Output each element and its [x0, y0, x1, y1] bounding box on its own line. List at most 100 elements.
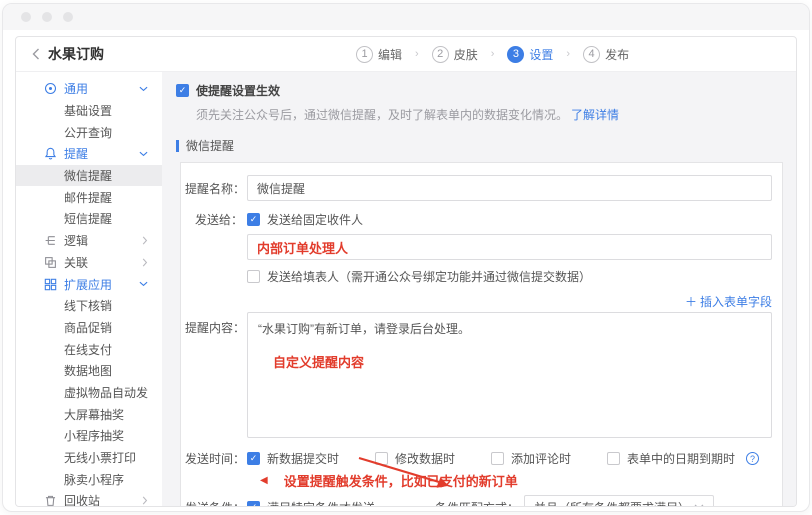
condition-toggle-checkbox[interactable]: ✓	[247, 501, 260, 507]
send-to-label: 发送给：	[185, 211, 243, 228]
chevron-down-icon	[139, 151, 148, 157]
reminder-name-input[interactable]	[247, 175, 772, 201]
target-icon	[44, 82, 57, 95]
insert-form-field-link[interactable]: ＋ 插入表单字段	[685, 293, 772, 310]
sidebar-item-data-map[interactable]: 数据地图	[16, 360, 162, 382]
sidebar-item-wireless-receipt-printing[interactable]: 无线小票打印	[16, 447, 162, 469]
wechat-reminder-form: 提醒名称： 发送给： ✓ 发送给固定收件人 内部订单	[180, 162, 783, 506]
sidebar-item-reminders[interactable]: 提醒	[16, 143, 162, 165]
chevron-right-icon	[142, 258, 148, 267]
sidebar-item-sms-reminder[interactable]: 短信提醒	[16, 208, 162, 230]
sidebar-item-basic-settings[interactable]: 基础设置	[16, 100, 162, 122]
send-time-row: 发送时间： ✓ 新数据提交时 修改数据时	[185, 450, 772, 467]
fixed-recipient-label: 发送给固定收件人	[267, 211, 363, 228]
sidebar-item-miniprogram-lottery[interactable]: 小程序抽奖	[16, 425, 162, 447]
match-mode-select[interactable]: 并且（所有条件都要求满足）	[524, 495, 714, 506]
help-icon[interactable]: ?	[746, 452, 759, 465]
grid-apps-icon	[44, 278, 57, 291]
recipient-row: 内部订单处理人	[185, 234, 772, 260]
window-control-dot[interactable]	[21, 12, 31, 22]
send-to-filler-checkbox[interactable]	[247, 270, 260, 283]
app-panel: 水果订购 1 编辑 › 2 皮肤 › 3 设置 › 4	[15, 36, 797, 507]
master-switch-block: ✓ 使提醒设置生效 须先关注公众号后，通过微信提醒，及时了解表单内的数据变化情况…	[176, 82, 796, 123]
left-arrow-icon: ◀	[260, 475, 268, 486]
sidebar-item-big-screen-lottery[interactable]: 大屏幕抽奖	[16, 403, 162, 425]
chevron-down-icon	[139, 86, 148, 92]
window-control-dot[interactable]	[63, 12, 73, 22]
new-data-submitted-checkbox[interactable]: ✓	[247, 452, 260, 465]
step-label: 皮肤	[454, 46, 478, 63]
send-condition-label: 发送条件：	[185, 499, 243, 507]
step-separator-icon: ›	[566, 48, 570, 60]
send-condition-row: 发送条件： ✓ 满足特定条件才发送 条件匹配方式： 并且（所有条件都要求满足）	[185, 495, 772, 506]
browser-window: 水果订购 1 编辑 › 2 皮肤 › 3 设置 › 4	[2, 3, 810, 512]
sidebar-item-extensions[interactable]: 扩展应用	[16, 273, 162, 295]
step-label: 编辑	[378, 46, 402, 63]
step-publish[interactable]: 4 发布	[583, 46, 629, 63]
step-label: 发布	[605, 46, 629, 63]
enable-reminder-checkbox[interactable]: ✓	[176, 84, 189, 97]
data-modified-checkbox[interactable]	[375, 452, 388, 465]
sidebar-item-email-reminder[interactable]: 邮件提醒	[16, 186, 162, 208]
comment-added-checkbox[interactable]	[491, 452, 504, 465]
chevron-right-icon	[142, 236, 148, 245]
date-due-checkbox[interactable]	[607, 452, 620, 465]
send-to-filler-label: 发送给填表人（需开通公众号绑定功能并通过微信提交数据）	[267, 268, 591, 285]
sidebar-item-public-query[interactable]: 公开查询	[16, 121, 162, 143]
step-separator-icon: ›	[415, 48, 419, 60]
content-annotation: 自定义提醒内容	[273, 352, 761, 371]
sidebar-item-maimai-miniprogram[interactable]: 脉卖小程序	[16, 468, 162, 490]
reminder-content-textarea[interactable]: “水果订购”有新订单，请登录后台处理。 自定义提醒内容	[247, 312, 772, 438]
content-label: 提醒内容：	[185, 312, 243, 336]
section-title-bar	[176, 140, 179, 152]
settings-content: ✓ 使提醒设置生效 须先关注公众号后，通过微信提醒，及时了解表单内的数据变化情况…	[162, 72, 796, 506]
sidebar-item-wechat-reminder[interactable]: 微信提醒	[16, 165, 162, 187]
back-button[interactable]: 水果订购	[32, 44, 104, 64]
logic-branch-icon	[44, 234, 57, 247]
reminder-name-row: 提醒名称：	[185, 175, 772, 201]
step-number: 2	[432, 46, 449, 63]
content-value: “水果订购”有新订单，请登录后台处理。	[258, 320, 761, 337]
step-separator-icon: ›	[491, 48, 495, 60]
section-title: 微信提醒	[176, 137, 796, 154]
step-number: 3	[507, 46, 524, 63]
step-label: 设置	[529, 46, 553, 63]
sidebar: 通用 基础设置 公开查询 提醒 微信提醒 邮件提醒	[16, 72, 162, 506]
plus-icon: ＋	[685, 293, 697, 310]
page-title: 水果订购	[48, 44, 104, 64]
check-icon: ✓	[179, 86, 187, 95]
sidebar-item-offline-verification[interactable]: 线下核销	[16, 295, 162, 317]
sidebar-item-product-promotion[interactable]: 商品促销	[16, 317, 162, 339]
window-control-dot[interactable]	[42, 12, 52, 22]
filler-row: 发送给填表人（需开通公众号绑定功能并通过微信提交数据）	[185, 268, 772, 285]
chevron-right-icon	[142, 496, 148, 505]
step-edit[interactable]: 1 编辑	[356, 46, 402, 63]
link-squares-icon	[44, 256, 57, 269]
sidebar-item-logic[interactable]: 逻辑	[16, 230, 162, 252]
send-time-label: 发送时间：	[185, 450, 243, 467]
sidebar-item-association[interactable]: 关联	[16, 252, 162, 274]
sidebar-item-general[interactable]: 通用	[16, 78, 162, 100]
check-icon: ✓	[250, 215, 258, 224]
sidebar-item-online-payment[interactable]: 在线支付	[16, 338, 162, 360]
sidebar-item-virtual-goods-auto-delivery[interactable]: 虚拟物品自动发货	[16, 382, 162, 404]
check-icon: ✓	[250, 454, 258, 463]
recipient-input[interactable]: 内部订单处理人	[247, 234, 772, 260]
window-titlebar	[3, 4, 809, 30]
content-row: 提醒内容： “水果订购”有新订单，请登录后台处理。 自定义提醒内容	[185, 312, 772, 438]
check-icon: ✓	[250, 503, 258, 507]
sidebar-item-recycle-bin[interactable]: 回收站	[16, 490, 162, 506]
bell-icon	[44, 147, 57, 160]
fixed-recipient-checkbox[interactable]: ✓	[247, 213, 260, 226]
master-description: 须先关注公众号后，通过微信提醒，及时了解表单内的数据变化情况。	[196, 108, 568, 122]
match-mode-label: 条件匹配方式：	[435, 499, 519, 507]
trigger-annotation-text: 设置提醒触发条件，比如已支付的新订单	[284, 471, 518, 490]
learn-more-link[interactable]: 了解详情	[571, 108, 619, 122]
step-number: 4	[583, 46, 600, 63]
step-settings[interactable]: 3 设置	[507, 46, 553, 63]
step-number: 1	[356, 46, 373, 63]
recipient-value: 内部订单处理人	[257, 238, 348, 257]
step-skin[interactable]: 2 皮肤	[432, 46, 478, 63]
insert-field-row: ＋ 插入表单字段	[185, 293, 772, 310]
chevron-down-icon	[694, 504, 704, 506]
